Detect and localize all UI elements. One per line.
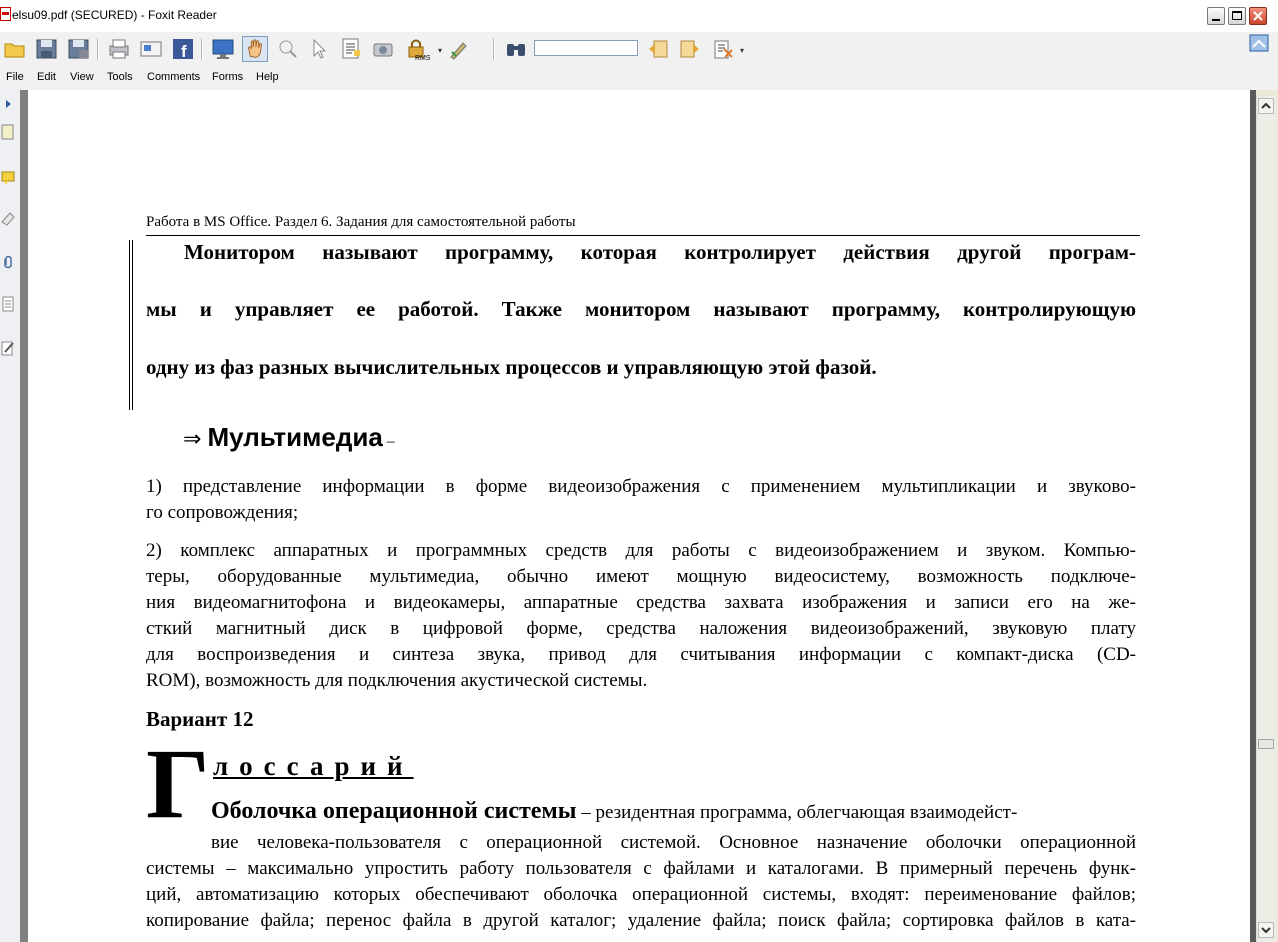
print-icon[interactable] (106, 36, 132, 62)
find-input[interactable] (534, 40, 638, 56)
expand-arrow-icon[interactable] (1, 96, 15, 112)
chevron-down-icon[interactable]: ▾ (438, 46, 442, 55)
save-icon[interactable] (34, 36, 60, 62)
multimedia-def2-line2: теры, оборудованные мультимедиа, обычно … (146, 566, 1136, 587)
scroll-down-button[interactable] (1258, 922, 1274, 938)
page-header: Работа в MS Office. Раздел 6. Задания дл… (146, 214, 576, 230)
multimedia-def1-line1: 1) представление информации в форме виде… (146, 476, 1136, 497)
chevron-up-icon (1261, 102, 1271, 109)
email-icon[interactable] (138, 36, 164, 62)
monitor-line-2: мы и управляет ее работой. Также монитор… (146, 297, 1136, 321)
find-next-icon[interactable] (677, 36, 703, 62)
maximize-button[interactable] (1228, 7, 1246, 25)
implies-arrow: ⇒ (183, 427, 202, 452)
open-folder-icon[interactable] (2, 36, 28, 62)
menu-file[interactable]: File (6, 71, 24, 83)
menu-help[interactable]: Help (256, 71, 279, 83)
menu-bar: File Edit View Tools Comments Forms Help (0, 66, 1247, 90)
svg-text:RMS: RMS (415, 55, 430, 62)
save-as-icon[interactable] (66, 36, 92, 62)
multimedia-def1-line2: го сопровождения; (146, 502, 299, 523)
canvas-margin (20, 90, 28, 942)
facebook-icon[interactable]: f (170, 36, 196, 62)
select-arrow-icon[interactable] (306, 36, 332, 62)
title-bar: elsu09.pdf (SECURED) - Foxit Reader (0, 0, 1278, 32)
multimedia-def2-line4: сткий магнитный диск в цифровой форме, с… (146, 618, 1136, 639)
snapshot-camera-icon[interactable] (370, 36, 396, 62)
multimedia-def2-line1: 2) комплекс аппаратных и программных сре… (146, 540, 1136, 561)
header-rule (146, 235, 1140, 236)
change-bar (129, 240, 133, 410)
multimedia-def2-line6: ROM), возможность для подключения акусти… (146, 670, 648, 691)
comments-icon[interactable] (1, 170, 15, 186)
menu-edit[interactable]: Edit (37, 71, 56, 83)
close-button[interactable] (1249, 7, 1267, 25)
multimedia-term: Мультимедиа (207, 422, 383, 452)
shell-line-4: ций, автоматизацию которых обеспечивают … (146, 884, 1136, 905)
svg-text:f: f (181, 42, 187, 61)
scroll-up-button[interactable] (1258, 98, 1274, 114)
hand-tool-icon[interactable] (242, 36, 268, 62)
chevron-down-icon[interactable]: ▾ (740, 46, 744, 55)
full-screen-icon[interactable] (210, 36, 236, 62)
shell-line-1: Оболочка операционной системы – резидент… (211, 798, 1018, 824)
menu-forms[interactable]: Forms (212, 71, 243, 83)
menu-tools[interactable]: Tools (107, 71, 133, 83)
menu-comments[interactable]: Comments (147, 71, 200, 83)
navigation-panel (0, 90, 21, 942)
minimize-button[interactable] (1207, 7, 1225, 25)
sign-pen-icon[interactable] (446, 36, 472, 62)
close-icon (1253, 11, 1263, 21)
multimedia-heading: ⇒ Мультимедиа – (183, 422, 395, 452)
shell-line-3: системы – максимально упростить работу п… (146, 858, 1136, 879)
shell-line-5: копирование файла; перенос файла в друго… (146, 910, 1136, 931)
zoom-out-icon[interactable] (274, 36, 300, 62)
find-previous-icon[interactable] (645, 36, 671, 62)
shell-term: Оболочка операционной системы (211, 798, 577, 824)
attachment-icon[interactable] (1, 254, 15, 270)
menu-view[interactable]: View (70, 71, 94, 83)
vertical-scrollbar[interactable] (1256, 96, 1276, 942)
edit-note-icon[interactable] (1, 340, 15, 356)
shell-line-6: логи; создание каталога; переименование … (146, 934, 1136, 942)
shell-line-2: вие человека-пользователя с операционной… (211, 832, 1136, 853)
multimedia-def2-line5: для воспроизведения и синтеза звука, при… (146, 644, 1136, 665)
drop-cap: Г (146, 728, 210, 839)
search-options-icon[interactable] (711, 36, 737, 62)
pdf-file-icon (0, 7, 11, 21)
pdf-page[interactable]: Работа в MS Office. Раздел 6. Задания дл… (28, 90, 1250, 942)
document-icon[interactable] (1, 296, 15, 312)
window-title: elsu09.pdf (SECURED) - Foxit Reader (12, 8, 217, 22)
scroll-thumb[interactable] (1258, 739, 1274, 749)
monitor-line-3: одну из фаз разных вычислительных процес… (146, 355, 877, 379)
chevron-down-icon (1261, 927, 1271, 934)
binoculars-icon[interactable] (503, 36, 529, 62)
select-text-icon[interactable] (338, 36, 364, 62)
rms-lock-icon[interactable]: RMS (404, 36, 430, 62)
pages-icon[interactable] (1, 124, 15, 140)
restore-picture-icon[interactable] (1249, 34, 1269, 52)
multimedia-def2-line3: ния видеомагнитофона и видеокамеры, аппа… (146, 592, 1136, 613)
glossary-heading: лоссарий (213, 751, 414, 781)
eraser-icon[interactable] (1, 210, 15, 226)
right-panel (1247, 32, 1278, 90)
monitor-line-1: Монитором называют программу, которая ко… (184, 240, 1136, 264)
